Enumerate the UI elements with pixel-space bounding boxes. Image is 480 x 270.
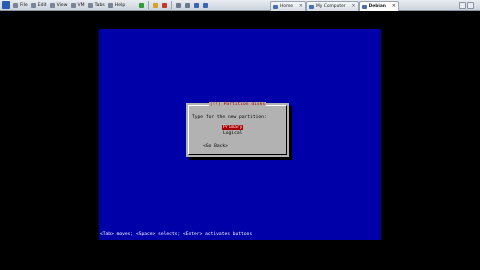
menu-edit[interactable]: Edit bbox=[30, 0, 49, 11]
computer-icon bbox=[308, 4, 314, 9]
tab-debian-label: Debian bbox=[368, 4, 386, 9]
menu-tabs-label: Tabs bbox=[94, 3, 105, 8]
menu-vm-label: VM bbox=[77, 3, 85, 8]
toolbar-separator bbox=[148, 1, 149, 9]
menu-help-label: Help bbox=[114, 3, 126, 8]
minimize-button[interactable] bbox=[459, 2, 466, 9]
snapshot-button[interactable] bbox=[175, 1, 182, 9]
close-icon[interactable]: × bbox=[392, 3, 396, 9]
fullscreen-icon bbox=[194, 2, 199, 8]
menu-tabs[interactable]: Tabs bbox=[87, 0, 107, 11]
partition-type-dialog: [!!] Partition disks Type for the new pa… bbox=[186, 102, 289, 157]
window-controls bbox=[459, 1, 474, 10]
option-primary[interactable]: Primary bbox=[222, 125, 244, 130]
keyboard-help-line: <Tab> moves; <Space> selects; <Enter> ac… bbox=[100, 232, 253, 237]
host-toolbar: File Edit View VM Tabs Help Home × My Co… bbox=[0, 0, 480, 11]
dialog-title: [!!] Partition disks bbox=[186, 102, 289, 107]
fullscreen-button[interactable] bbox=[193, 1, 200, 9]
close-icon[interactable]: × bbox=[299, 3, 303, 9]
tab-my-computer[interactable]: My Computer × bbox=[305, 1, 359, 11]
help-menu-icon bbox=[107, 3, 113, 8]
revert-button[interactable] bbox=[161, 1, 168, 9]
home-icon bbox=[273, 4, 278, 9]
file-menu-icon bbox=[13, 3, 18, 8]
maximize-button[interactable] bbox=[467, 2, 474, 9]
menu-view-label: View bbox=[56, 3, 68, 8]
go-back-button[interactable]: <Go Back> bbox=[203, 144, 228, 149]
menu-help[interactable]: Help bbox=[107, 0, 127, 11]
vmware-logo-icon bbox=[2, 1, 10, 9]
vm-icon bbox=[361, 4, 367, 9]
tab-debian[interactable]: Debian × bbox=[358, 1, 399, 11]
unity-icon bbox=[203, 2, 208, 8]
close-icon[interactable]: × bbox=[351, 3, 355, 9]
toolbar-separator bbox=[171, 1, 172, 9]
tabs-menu-icon bbox=[87, 3, 93, 8]
suspend-icon bbox=[153, 2, 158, 8]
tab-my-computer-label: My Computer bbox=[315, 4, 346, 9]
snapshot-icon bbox=[176, 2, 181, 8]
vm-console-screen[interactable]: [!!] Partition disks Type for the new pa… bbox=[99, 29, 381, 240]
tab-home[interactable]: Home × bbox=[270, 1, 306, 11]
power-icon bbox=[139, 2, 144, 8]
dialog-title-text: [!!] Partition disks bbox=[208, 102, 267, 107]
menu-edit-label: Edit bbox=[37, 3, 47, 8]
revert-icon bbox=[162, 2, 167, 8]
dialog-prompt: Type for the new partition: bbox=[192, 115, 267, 120]
menu-vm[interactable]: VM bbox=[70, 0, 87, 11]
menu-bar: File Edit View VM Tabs Help bbox=[12, 0, 127, 11]
vm-tab-strip: Home × My Computer × Debian × bbox=[270, 0, 399, 11]
unity-button[interactable] bbox=[202, 1, 209, 9]
suspend-button[interactable] bbox=[152, 1, 159, 9]
menu-view[interactable]: View bbox=[49, 0, 70, 11]
snapshot-manager-icon bbox=[185, 2, 190, 8]
tab-home-label: Home bbox=[280, 4, 293, 9]
toolbar-icons bbox=[138, 1, 209, 10]
view-menu-icon bbox=[49, 3, 55, 8]
power-button[interactable] bbox=[138, 1, 145, 9]
snapshot-manager-button[interactable] bbox=[184, 1, 191, 9]
menu-file-label: File bbox=[20, 3, 28, 8]
vm-menu-icon bbox=[70, 3, 76, 8]
option-logical[interactable]: Logical bbox=[222, 131, 243, 136]
edit-menu-icon bbox=[30, 3, 36, 8]
menu-file[interactable]: File bbox=[12, 0, 30, 11]
